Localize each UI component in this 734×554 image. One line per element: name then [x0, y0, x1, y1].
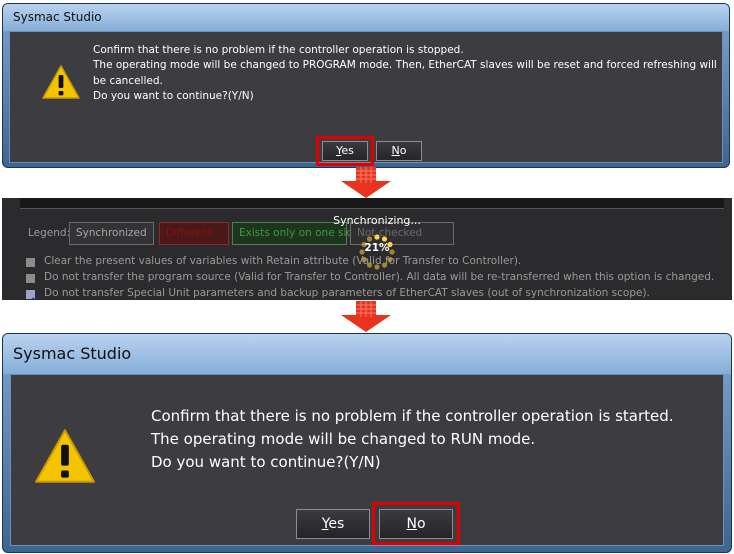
message-line: Do you want to continue?(Y/N)	[93, 89, 254, 102]
dialog-title: Sysmac Studio	[3, 4, 729, 31]
dialog-client-area: Confirm that there is no problem if the …	[10, 374, 724, 546]
progress-percent: 21%	[364, 242, 390, 254]
yes-button[interactable]: Yes	[296, 509, 370, 539]
warning-triangle-icon	[35, 429, 95, 483]
message-line: The operating mode will be changed to RU…	[151, 430, 536, 448]
spinner-dot	[374, 234, 380, 240]
dialog-message: Confirm that there is no problem if the …	[151, 405, 674, 474]
message-line: Do you want to continue?(Y/N)	[151, 453, 381, 471]
legend-synchronized: Synchronized	[69, 222, 154, 245]
yes-button-highlight	[316, 136, 374, 166]
spinner-dot	[366, 236, 373, 242]
message-line: be cancelled.	[93, 74, 163, 87]
spinner-dot	[361, 256, 367, 263]
spinner-dot	[387, 256, 393, 263]
spinner-dot	[381, 262, 388, 268]
no-label: o	[399, 144, 407, 157]
down-arrow-icon	[341, 167, 391, 198]
start-confirm-dialog: Sysmac Studio Confirm that there is no p…	[2, 333, 732, 553]
legend-label: Legend:	[28, 227, 71, 239]
option-label: Do not transfer Special Unit parameters …	[44, 287, 650, 299]
message-line: Confirm that there is no problem if the …	[93, 44, 464, 56]
check-icon	[28, 297, 35, 300]
stop-confirm-dialog: Sysmac Studio Confirm that there is no p…	[2, 3, 730, 168]
yes-label: es	[328, 516, 345, 532]
synchronization-panel: Legend: Synchronized Different Exists on…	[2, 198, 732, 300]
no-mnemonic: N	[391, 144, 400, 157]
spinner-dot	[374, 264, 380, 270]
panel-header-strip	[20, 198, 724, 209]
down-arrow-icon	[341, 301, 391, 332]
dialog-title: Sysmac Studio	[3, 334, 731, 374]
no-button[interactable]: No	[376, 141, 422, 161]
option-checkbox[interactable]	[26, 258, 35, 267]
progress-title: Synchronizing...	[333, 214, 421, 227]
dialog-client-area: Confirm that there is no problem if the …	[9, 31, 723, 166]
option-checkbox-checked[interactable]	[26, 290, 35, 300]
warning-triangle-icon	[42, 65, 80, 99]
spinner-dot	[366, 262, 373, 268]
sync-progress-overlay: Synchronizing... 21%	[322, 214, 432, 284]
option-label: Clear the present values of variables wi…	[44, 255, 522, 267]
message-line: Confirm that there is no problem if the …	[151, 407, 674, 425]
no-button-highlight	[372, 502, 460, 545]
legend-different: Different	[159, 222, 229, 245]
dialog-message: Confirm that there is no problem if the …	[93, 43, 717, 104]
message-line: The operating mode will be changed to PR…	[93, 59, 717, 72]
option-checkbox[interactable]	[26, 274, 35, 283]
spinner-dot	[381, 236, 388, 242]
